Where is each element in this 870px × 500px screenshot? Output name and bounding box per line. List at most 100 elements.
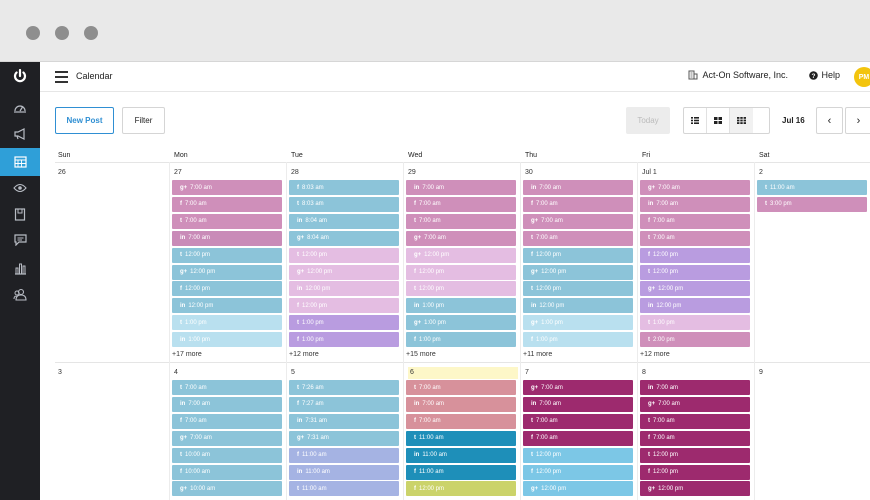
- today-date-cell[interactable]: 6: [408, 367, 518, 379]
- calendar-post[interactable]: t 7:00 am: [640, 413, 750, 429]
- window-minimize-button[interactable]: [55, 26, 69, 40]
- calendar-post[interactable]: t 12:00 pm: [406, 281, 516, 297]
- menu-toggle-icon[interactable]: [55, 71, 68, 83]
- previous-button[interactable]: ‹: [816, 107, 843, 134]
- calendar-post[interactable]: f 7:00 am: [172, 196, 282, 212]
- month-view-button[interactable]: [730, 108, 753, 133]
- calendar-post[interactable]: f 7:00 am: [172, 413, 282, 429]
- calendar-post[interactable]: g+ 7:00 am: [640, 180, 750, 195]
- calendar-post[interactable]: t 7:00 am: [640, 230, 750, 246]
- calendar-post[interactable]: t 7:00 am: [406, 380, 516, 395]
- calendar-post[interactable]: f 8:03 am: [289, 180, 399, 195]
- calendar-post[interactable]: f 7:00 am: [406, 196, 516, 212]
- calendar-post[interactable]: in 7:00 am: [172, 396, 282, 412]
- calendar-post[interactable]: f 1:00 pm: [289, 332, 399, 348]
- calendar-post[interactable]: f 10:00 am: [172, 464, 282, 480]
- window-close-button[interactable]: [26, 26, 40, 40]
- calendar-post[interactable]: t 12:00 pm: [640, 264, 750, 280]
- calendar-post[interactable]: f 7:27 am: [289, 396, 399, 412]
- calendar-post[interactable]: in 12:00 pm: [640, 298, 750, 314]
- today-button[interactable]: Today: [626, 107, 670, 134]
- window-maximize-button[interactable]: [84, 26, 98, 40]
- calendar-post[interactable]: in 1:00 pm: [406, 298, 516, 314]
- calendar-post[interactable]: g+ 7:00 am: [406, 230, 516, 246]
- day-number[interactable]: 8: [642, 369, 646, 376]
- calendar-post[interactable]: in 7:00 am: [640, 196, 750, 212]
- calendar-post[interactable]: t 7:00 am: [523, 230, 633, 246]
- calendar-post[interactable]: in 12:00 pm: [289, 281, 399, 297]
- calendar-post[interactable]: f 1:00 pm: [523, 332, 633, 348]
- calendar-post[interactable]: in 12:00 pm: [172, 298, 282, 314]
- calendar-post[interactable]: t 11:00 am: [406, 430, 516, 446]
- calendar-post[interactable]: g+ 12:00 pm: [406, 247, 516, 263]
- day-number[interactable]: 2: [759, 169, 763, 176]
- calendar-post[interactable]: g+ 10:00 am: [172, 481, 282, 497]
- calendar-post[interactable]: f 7:00 am: [406, 413, 516, 429]
- calendar-post[interactable]: in 7:00 am: [406, 180, 516, 195]
- calendar-post[interactable]: f 7:00 am: [523, 430, 633, 446]
- more-posts-link[interactable]: +11 more: [523, 351, 552, 358]
- day-number[interactable]: 28: [291, 169, 299, 176]
- power-logo-icon[interactable]: [0, 62, 40, 90]
- day-number[interactable]: 5: [291, 369, 295, 376]
- calendar-post[interactable]: t 7:00 am: [172, 380, 282, 395]
- calendar-post[interactable]: t 12:00 pm: [640, 447, 750, 463]
- day-number[interactable]: 29: [408, 169, 416, 176]
- comment-icon[interactable]: [0, 226, 40, 254]
- calendar-post[interactable]: t 7:00 am: [406, 213, 516, 229]
- calendar-post[interactable]: t 12:00 pm: [289, 247, 399, 263]
- calendar-post[interactable]: g+ 12:00 pm: [523, 264, 633, 280]
- calendar-post[interactable]: in 1:00 pm: [172, 332, 282, 348]
- calendar-post[interactable]: in 7:00 am: [523, 396, 633, 412]
- calendar-post[interactable]: t 7:26 am: [289, 380, 399, 395]
- day-number[interactable]: Jul 1: [642, 169, 657, 176]
- calendar-post[interactable]: t 10:00 am: [172, 447, 282, 463]
- calendar-post[interactable]: g+ 7:31 am: [289, 430, 399, 446]
- avatar[interactable]: PM: [854, 67, 870, 87]
- calendar-post[interactable]: t 1:00 pm: [289, 315, 399, 331]
- calendar-post[interactable]: in 8:04 am: [289, 213, 399, 229]
- dashboard-icon[interactable]: [0, 94, 40, 122]
- day-number[interactable]: 26: [58, 169, 66, 176]
- calendar-post[interactable]: g+ 7:00 am: [172, 430, 282, 446]
- calendar-post[interactable]: f 12:00 pm: [640, 464, 750, 480]
- document-icon[interactable]: [0, 200, 40, 228]
- list-view-button[interactable]: [684, 108, 707, 133]
- calendar-post[interactable]: f 12:00 pm: [406, 264, 516, 280]
- calendar-post[interactable]: f 12:00 pm: [406, 481, 516, 497]
- day-number[interactable]: 30: [525, 169, 533, 176]
- calendar-post[interactable]: t 3:00 pm: [757, 196, 867, 212]
- megaphone-icon[interactable]: [0, 120, 40, 148]
- calendar-post[interactable]: g+ 7:00 am: [523, 380, 633, 395]
- calendar-post[interactable]: in 11:00 am: [289, 464, 399, 480]
- calendar-post[interactable]: in 7:00 am: [640, 380, 750, 395]
- calendar-post[interactable]: g+ 12:00 pm: [523, 481, 633, 497]
- calendar-post[interactable]: t 12:00 pm: [523, 281, 633, 297]
- help-link[interactable]: ? Help: [809, 70, 840, 80]
- account-switcher[interactable]: Act-On Software, Inc.: [688, 70, 788, 80]
- day-number[interactable]: 27: [174, 169, 182, 176]
- calendar-post[interactable]: g+ 7:00 am: [172, 180, 282, 195]
- calendar-post[interactable]: f 7:00 am: [523, 196, 633, 212]
- more-posts-link[interactable]: +12 more: [640, 351, 670, 358]
- calendar-post[interactable]: in 7:00 am: [523, 180, 633, 195]
- week-view-button[interactable]: [707, 108, 730, 133]
- filter-button[interactable]: Filter: [122, 107, 165, 134]
- calendar-post[interactable]: f 11:00 am: [406, 464, 516, 480]
- calendar-post[interactable]: g+ 1:00 pm: [523, 315, 633, 331]
- users-icon[interactable]: [0, 280, 40, 308]
- calendar-post[interactable]: t 2:00 pm: [640, 332, 750, 348]
- calendar-post[interactable]: t 7:00 am: [172, 213, 282, 229]
- day-number[interactable]: 3: [58, 369, 62, 376]
- calendar-post[interactable]: g+ 12:00 pm: [289, 264, 399, 280]
- more-posts-link[interactable]: +17 more: [172, 351, 202, 358]
- day-number[interactable]: 4: [174, 369, 178, 376]
- calendar-post[interactable]: f 12:00 pm: [523, 247, 633, 263]
- calendar-post[interactable]: t 11:00 am: [289, 481, 399, 497]
- calendar-post[interactable]: t 1:00 pm: [640, 315, 750, 331]
- calendar-post[interactable]: t 11:00 am: [757, 180, 867, 195]
- calendar-post[interactable]: f 11:00 am: [289, 447, 399, 463]
- calendar-post[interactable]: f 7:00 am: [640, 213, 750, 229]
- calendar-post[interactable]: t 12:00 pm: [172, 247, 282, 263]
- next-button[interactable]: ›: [845, 107, 870, 134]
